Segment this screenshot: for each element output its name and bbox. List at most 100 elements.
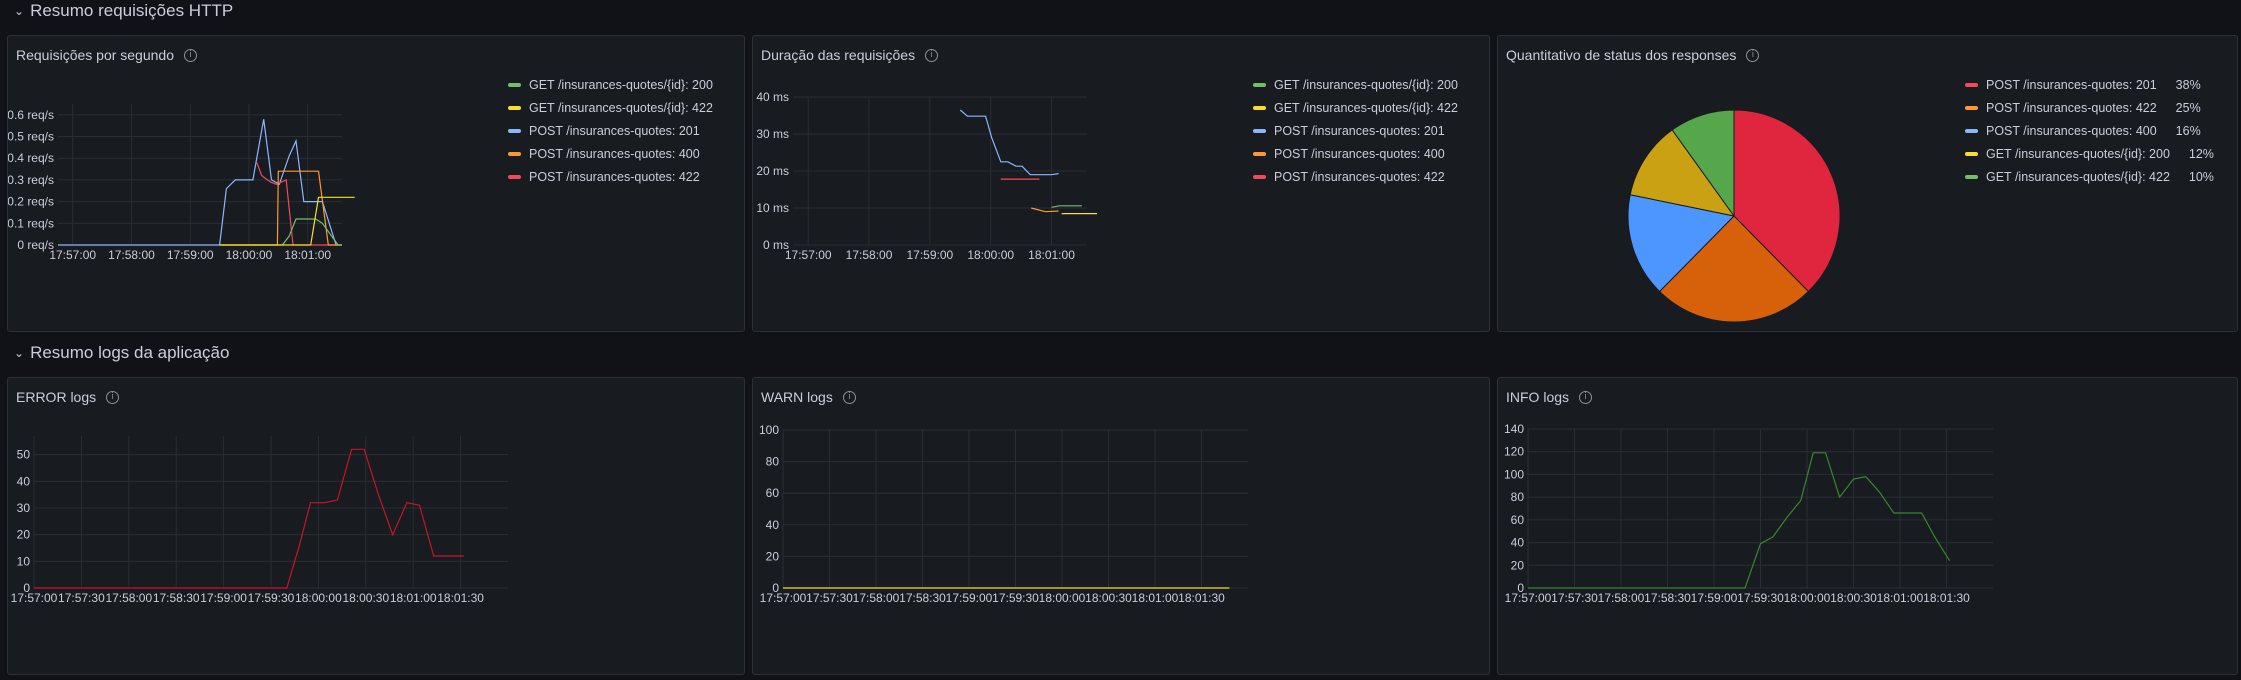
y-tick-label: 140: [1504, 422, 1524, 436]
x-tick-label: 17:59:30: [1737, 591, 1784, 605]
x-tick-label: 18:01:30: [1923, 591, 1970, 605]
row-title: Resumo logs da aplicação: [30, 343, 230, 362]
series-line: [1051, 205, 1082, 208]
y-tick-label: 0.2 req/s: [8, 195, 54, 209]
legend-label: GET /insurances-quotes/{id}: 200: [1274, 78, 1458, 93]
x-tick-label: 17:59:00: [167, 248, 214, 262]
x-tick-label: 17:59:00: [946, 591, 993, 605]
y-tick-label: 40 ms: [756, 90, 789, 104]
x-tick-label: 17:57:00: [785, 248, 832, 262]
x-tick-label: 17:57:30: [58, 591, 105, 605]
x-tick-label: 18:00:00: [967, 248, 1014, 262]
x-tick-label: 17:58:30: [153, 591, 200, 605]
x-tick-label: 17:58:00: [108, 248, 155, 262]
legend-label: POST /insurances-quotes: 400: [529, 146, 700, 161]
legend-item[interactable]: GET /insurances-quotes/{id}: 200 12%: [1965, 142, 2214, 165]
legend-item[interactable]: GET /insurances-quotes/{id}: 422: [508, 97, 713, 120]
x-tick-label: 18:00:00: [295, 591, 342, 605]
series-line: [34, 448, 464, 589]
y-tick-label: 0.1 req/s: [8, 216, 54, 230]
legend-label: GET /insurances-quotes/{id}: 200: [529, 78, 713, 93]
y-tick-label: 0.4 req/s: [8, 151, 54, 165]
legend-item[interactable]: POST /insurances-quotes: 422: [508, 165, 713, 188]
y-tick-label: 20: [1511, 558, 1525, 572]
legend-label: POST /insurances-quotes: 422: [1986, 101, 2157, 116]
legend-item[interactable]: POST /insurances-quotes: 400 16%: [1965, 120, 2214, 143]
y-tick-label: 0.6 req/s: [8, 108, 54, 122]
legend-swatch: [508, 128, 521, 133]
x-tick-label: 18:01:00: [284, 248, 331, 262]
y-tick-label: 30: [17, 501, 31, 515]
legend-label: GET /insurances-quotes/{id}: 422: [1274, 101, 1458, 116]
series-line: [1528, 452, 1951, 589]
legend-item[interactable]: GET /insurances-quotes/{id}: 422 10%: [1965, 165, 2214, 188]
x-tick-label: 17:59:30: [992, 591, 1039, 605]
x-tick-label: 18:01:00: [390, 591, 437, 605]
info-logs-chart: 02040608010012014017:57:00 17:57:30 17:58:…: [1504, 422, 1993, 605]
row-header-logs[interactable]: ⌄ Resumo logs da aplicação: [14, 342, 229, 364]
legend-swatch: [1253, 128, 1266, 133]
legend-item[interactable]: GET /insurances-quotes/{id}: 422: [1253, 97, 1458, 120]
y-tick-label: 40: [766, 518, 780, 532]
panel-info-logs: INFO logs i 0 20 40 60 80 100 120 140 17:57:00 17…: [1497, 377, 2238, 675]
x-tick-label: 17:57:00: [760, 591, 807, 605]
chevron-down-icon: ⌄: [14, 4, 25, 18]
legend-label: GET /insurances-quotes/{id}: 422: [1986, 169, 2170, 184]
legend: POST /insurances-quotes: 201 38% POST /ins…: [1965, 74, 2214, 188]
legend-label: POST /insurances-quotes: 422: [529, 169, 700, 184]
legend-item[interactable]: POST /insurances-quotes: 201 38%: [1965, 74, 2214, 97]
y-tick-label: 100: [759, 423, 779, 437]
x-tick-label: 17:57:00: [11, 591, 58, 605]
row-title: Resumo requisições HTTP: [30, 1, 234, 20]
y-tick-label: 100: [1504, 467, 1524, 481]
x-tick-label: 17:58:00: [105, 591, 152, 605]
legend-item[interactable]: POST /insurances-quotes: 422: [1253, 165, 1458, 188]
legend-percent: 38%: [2175, 78, 2201, 93]
legend-swatch: [1253, 83, 1266, 88]
legend-item[interactable]: GET /insurances-quotes/{id}: 200: [508, 74, 713, 97]
legend-percent: 25%: [2175, 101, 2201, 116]
x-tick-label: 17:58:00: [853, 591, 900, 605]
error-logs-chart: 0102030405017:57:00 17:57:30 17:58:00 17:58…: [11, 436, 508, 605]
y-tick-label: 0.5 req/s: [8, 130, 54, 144]
series-line: [58, 119, 342, 246]
legend-label: POST /insurances-quotes: 400: [1274, 146, 1445, 161]
panel-warn-logs: WARN logs i 0 20 40 60 80 100 17:57:00 17:57:30…: [752, 377, 1490, 675]
x-tick-label: 17:58:00: [1598, 591, 1645, 605]
legend-swatch: [1965, 83, 1978, 88]
panel-error-logs: ERROR logs i 0 10 20 30 40 50 17:57:00 17:57:30…: [7, 377, 745, 675]
y-tick-label: 40: [1511, 536, 1525, 550]
x-tick-label: 17:57:30: [806, 591, 853, 605]
row-header-http[interactable]: ⌄ Resumo requisições HTTP: [14, 0, 233, 22]
legend-swatch: [1965, 106, 1978, 111]
y-tick-label: 20: [766, 549, 780, 563]
legend: GET /insurances-quotes/{id}: 200 GET /ins…: [1253, 74, 1458, 188]
x-tick-label: 17:59:00: [1691, 591, 1738, 605]
x-tick-label: 17:58:00: [846, 248, 893, 262]
legend-percent: 10%: [2188, 169, 2214, 184]
legend-percent: 12%: [2188, 146, 2214, 161]
legend-label: POST /insurances-quotes: 201: [1274, 123, 1445, 138]
series-line: [1031, 207, 1059, 213]
legend-percent: 16%: [2175, 123, 2201, 138]
legend-item[interactable]: POST /insurances-quotes: 422 25%: [1965, 97, 2214, 120]
legend: GET /insurances-quotes/{id}: 200 GET /ins…: [508, 74, 713, 188]
legend-label: POST /insurances-quotes: 422: [1274, 169, 1445, 184]
legend-item[interactable]: POST /insurances-quotes: 400: [1253, 142, 1458, 165]
legend-item[interactable]: POST /insurances-quotes: 400: [508, 142, 713, 165]
x-tick-label: 18:01:30: [437, 591, 484, 605]
y-tick-label: 20 ms: [756, 164, 789, 178]
x-tick-label: 18:01:00: [1132, 591, 1179, 605]
legend-item[interactable]: POST /insurances-quotes: 201: [1253, 120, 1458, 143]
x-tick-label: 18:01:00: [1028, 248, 1075, 262]
panel-request-duration: Duração das requisições i 0 ms 10 ms 20 ms…: [752, 35, 1490, 332]
x-tick-label: 17:57:00: [1505, 591, 1552, 605]
legend-item[interactable]: GET /insurances-quotes/{id}: 200: [1253, 74, 1458, 97]
x-tick-label: 18:01:30: [1178, 591, 1225, 605]
y-tick-label: 60: [766, 486, 780, 500]
x-tick-label: 17:59:00: [200, 591, 247, 605]
legend-item[interactable]: POST /insurances-quotes: 201: [508, 120, 713, 143]
legend-swatch: [1253, 151, 1266, 156]
legend-swatch: [508, 83, 521, 88]
x-tick-label: 17:57:00: [49, 248, 96, 262]
